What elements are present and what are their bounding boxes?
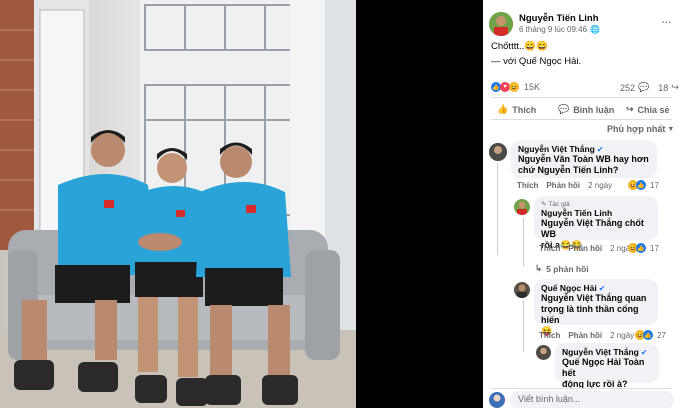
commenter-avatar[interactable] — [514, 282, 530, 298]
more-options-icon[interactable]: ··· — [657, 14, 675, 29]
avatar-image — [514, 199, 530, 215]
post-photo[interactable] — [0, 0, 356, 408]
post-text: Chốtttt..😄😄 — [491, 41, 548, 52]
chevron-down-icon: ▼ — [667, 125, 675, 133]
comment-reactions[interactable]: 😆 👍 17 — [628, 243, 659, 253]
thread-line — [497, 163, 498, 255]
comment-actions: Thích Phản hồi 2 ngày — [517, 181, 612, 190]
comment-input[interactable]: Viết bình luận... — [510, 391, 674, 408]
comment-author[interactable]: Nguyễn Tiến Linh — [541, 208, 651, 218]
shares-count[interactable]: 18 — [658, 83, 668, 93]
share-button[interactable]: ↪ Chia sẻ — [626, 104, 670, 115]
comment-time[interactable]: 2 ngày — [588, 181, 612, 190]
like-button[interactable]: 👍 Thích — [497, 104, 536, 115]
like-label: Thích — [512, 104, 537, 115]
post-meta: 6 tháng 9 lúc 09:46 🌐 — [519, 25, 600, 34]
thread-line — [523, 300, 524, 352]
comment-button[interactable]: 💬 Bình luận — [558, 104, 614, 115]
comment-reactions[interactable]: 😆 👍 27 — [635, 330, 666, 340]
comment-react-count: 17 — [650, 243, 659, 253]
avatar-image — [489, 12, 513, 36]
comment-stats: 252 💬 18 ↪ — [620, 82, 679, 93]
comment-author[interactable]: Quế Ngọc Hải — [541, 283, 597, 293]
comment-text: Nguyễn Việt Thắng chốt WB — [541, 218, 644, 239]
sort-dropdown[interactable]: Phù hợp nhất ▼ — [607, 124, 674, 134]
comment-bubble: Quế Ngọc Hải ✔ Nguyễn Việt Thắng quan tr… — [534, 279, 658, 336]
like-reaction-icon: 👍 — [636, 243, 646, 253]
avatar-image — [489, 392, 505, 408]
share-count-icon: ↪ — [671, 82, 679, 92]
reply-arrow-icon: ↳ — [535, 263, 543, 273]
commenter-avatar[interactable] — [536, 345, 551, 360]
divider — [491, 388, 672, 389]
post-author[interactable]: Nguyễn Tiến Linh — [519, 13, 599, 24]
comment-text: chứ Nguyễn Tiến Linh? — [518, 165, 619, 175]
comment-like-link[interactable]: Thích — [517, 181, 538, 190]
comment-text: Nguyễn Việt Thắng quan — [541, 293, 647, 303]
comment-icon: 💬 — [558, 104, 570, 114]
divider — [491, 119, 672, 120]
view-replies-label: 5 phản hồi — [546, 263, 589, 274]
comment-text: Nguyễn Văn Toàn WB hay hơn — [518, 154, 649, 164]
comment-bubble: ✎ Tác giả Nguyễn Tiến Linh Nguyễn Việt T… — [534, 196, 658, 250]
photo-image — [0, 0, 356, 408]
comment-reply-link[interactable]: Phản hồi — [568, 331, 602, 340]
haha-reaction-icon: 😆 — [509, 82, 519, 92]
comment-label: Bình luận — [573, 104, 615, 115]
verified-icon: ✔ — [598, 283, 606, 293]
thread-line — [523, 218, 524, 266]
reactions-summary[interactable]: 👍 ♥ 😆 15K — [491, 82, 540, 92]
comment-actions: Thích Phản hồi 2 ngày — [539, 244, 634, 253]
comment-bubble: Nguyễn Việt Thắng ✔ Quế Ngọc Hải Toàn hế… — [555, 343, 659, 389]
commenter-avatar[interactable] — [514, 199, 530, 215]
view-replies-link[interactable]: ↳ 5 phản hồi — [535, 263, 589, 274]
author-avatar[interactable] — [489, 12, 513, 36]
author-badge-label: Tác giả — [548, 200, 570, 208]
comment-time[interactable]: 2 ngày — [610, 331, 634, 340]
avatar-image — [536, 345, 551, 360]
avatar-image — [489, 143, 507, 161]
reactions-count: 15K — [524, 82, 541, 92]
comment-react-count: 27 — [657, 330, 666, 340]
globe-icon: 🌐 — [590, 25, 601, 34]
divider — [491, 97, 672, 98]
post-side-panel: Nguyễn Tiến Linh 6 tháng 9 lúc 09:46 🌐 ·… — [483, 0, 680, 408]
sort-label: Phù hợp nhất — [607, 124, 666, 134]
like-reaction-icon: 👍 — [643, 330, 653, 340]
like-reaction-icon: 👍 — [636, 180, 646, 190]
comment-author[interactable]: Nguyễn Việt Thắng — [518, 144, 595, 154]
share-label: Chia sẻ — [637, 104, 670, 115]
commenter-avatar[interactable] — [489, 143, 507, 161]
comment-actions: Thích Phản hồi 2 ngày — [539, 331, 634, 340]
comment-input-placeholder: Viết bình luận... — [518, 394, 581, 404]
comment-react-count: 17 — [650, 180, 659, 190]
comment-reply-link[interactable]: Phản hồi — [568, 244, 602, 253]
verified-icon: ✔ — [596, 144, 604, 154]
comment-text: trọng là tinh thần cống hiến — [541, 304, 639, 325]
avatar-image — [514, 282, 530, 298]
verified-icon: ✔ — [640, 347, 648, 357]
comment-author[interactable]: Nguyễn Việt Thắng — [562, 347, 639, 357]
my-avatar[interactable] — [489, 392, 505, 408]
share-icon: ↪ — [626, 104, 634, 114]
thumbs-up-icon: 👍 — [497, 104, 509, 114]
post-time[interactable]: 6 tháng 9 lúc 09:46 — [519, 25, 587, 34]
comment-reply-link[interactable]: Phản hồi — [546, 181, 580, 190]
comment-bubble: Nguyễn Việt Thắng ✔ Nguyễn Văn Toàn WB h… — [511, 140, 657, 178]
pen-icon: ✎ — [541, 201, 547, 208]
author-badge: ✎ Tác giả — [541, 200, 651, 209]
comment-text: Quế Ngọc Hải Toàn hết — [562, 357, 645, 378]
post-tag: — với Quế Ngọc Hải. — [491, 56, 582, 67]
comment-like-link[interactable]: Thích — [539, 331, 560, 340]
comment-reactions[interactable]: 😆 👍 17 — [628, 180, 659, 190]
comments-count[interactable]: 252 — [620, 83, 635, 93]
comment-like-link[interactable]: Thích — [539, 244, 560, 253]
comment-count-icon: 💬 — [638, 82, 650, 92]
